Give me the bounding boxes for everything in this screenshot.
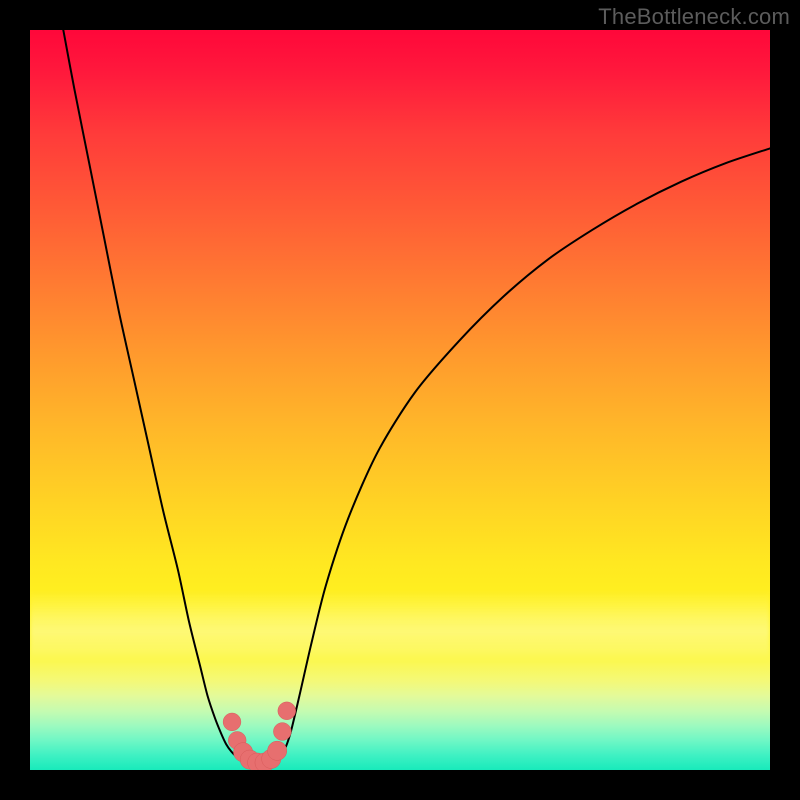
valley-marker [223, 713, 241, 731]
chart-svg [30, 30, 770, 770]
watermark-text: TheBottleneck.com [598, 4, 790, 30]
marker-group [223, 702, 296, 770]
bottleneck-curve [63, 30, 770, 763]
curve-group [63, 30, 770, 763]
outer-frame: TheBottleneck.com [0, 0, 800, 800]
valley-marker [278, 702, 296, 720]
valley-marker [268, 741, 287, 760]
plot-area [30, 30, 770, 770]
valley-marker [273, 723, 291, 741]
